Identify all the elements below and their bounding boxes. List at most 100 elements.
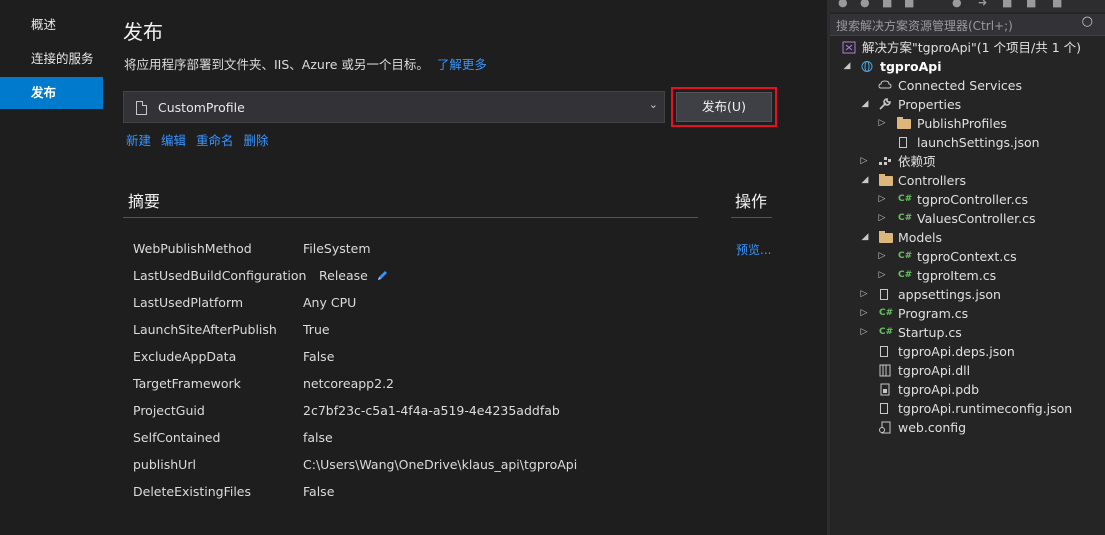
collapsed-arrow-icon[interactable]: ▷ — [859, 323, 869, 342]
show-all-files-icon[interactable]: ■ — [1026, 0, 1036, 9]
tree-item-connected-services[interactable]: Connected Services — [830, 76, 1105, 95]
property-value: False — [303, 484, 335, 499]
collapsed-arrow-icon[interactable]: ▷ — [859, 152, 869, 171]
folder-icon — [879, 231, 893, 243]
forward-icon[interactable]: ● — [860, 0, 870, 9]
back-icon[interactable]: ● — [838, 0, 848, 9]
config-file-icon — [879, 421, 891, 434]
tree-item-project[interactable]: ◢ tgproApi — [830, 57, 1105, 76]
property-key: publishUrl — [133, 457, 196, 472]
new-profile-link[interactable]: 新建 — [126, 133, 151, 148]
collapse-all-icon[interactable]: ■ — [1002, 0, 1012, 9]
tree-item-controllers[interactable]: ◢ Controllers — [830, 171, 1105, 190]
search-placeholder: 搜索解决方案资源管理器(Ctrl+;) — [836, 19, 1013, 33]
search-icon[interactable]: ○ — [1082, 14, 1093, 29]
property-value: 2c7bf23c-c5a1-4f4a-a519-4e4235addfab — [303, 403, 560, 418]
profile-actions: 新建 编辑 重命名 删除 — [126, 130, 279, 149]
expanded-arrow-icon[interactable]: ◢ — [860, 95, 870, 114]
tree-item-label: Connected Services — [898, 78, 1022, 93]
project-icon — [861, 61, 873, 72]
rename-profile-link[interactable]: 重命名 — [196, 133, 234, 148]
tree-item-dependencies[interactable]: ▷ 依赖项 — [830, 152, 1105, 171]
tree-item-label: appsettings.json — [898, 287, 1001, 302]
tree-item-label: tgproApi.pdb — [898, 382, 980, 397]
tree-item-tgpro-controller[interactable]: ▷ C# tgproController.cs — [830, 190, 1105, 209]
expanded-arrow-icon[interactable]: ◢ — [860, 228, 870, 247]
delete-profile-link[interactable]: 删除 — [244, 133, 269, 148]
csharp-file-icon: C# — [879, 327, 894, 337]
property-value: True — [303, 322, 330, 337]
tree-item-label: launchSettings.json — [917, 135, 1040, 150]
home-icon[interactable]: ■ — [882, 0, 892, 9]
publish-button[interactable]: 发布(U) — [676, 92, 772, 122]
tree-item-appsettings[interactable]: ▷ appsettings.json — [830, 285, 1105, 304]
nav-item-publish[interactable]: 发布 — [0, 77, 103, 109]
property-key: SelfContained — [133, 430, 221, 445]
page-title: 发布 — [123, 20, 163, 44]
tree-item-program[interactable]: ▷ C# Program.cs — [830, 304, 1105, 323]
tree-item-label: 解决方案"tgproApi"(1 个项目/共 1 个) — [862, 40, 1082, 55]
tree-item-solution[interactable]: 解决方案"tgproApi"(1 个项目/共 1 个) — [830, 38, 1105, 57]
tree-item-label: Startup.cs — [898, 325, 962, 340]
tree-item-runtimeconfig[interactable]: tgproApi.runtimeconfig.json — [830, 399, 1105, 418]
switch-views-icon[interactable]: ■ — [904, 0, 914, 9]
property-value: false — [303, 430, 333, 445]
property-key: DeleteExistingFiles — [133, 484, 252, 499]
property-key: LastUsedPlatform — [133, 295, 244, 310]
collapsed-arrow-icon[interactable]: ▷ — [877, 209, 887, 228]
properties-icon[interactable]: ■ — [1052, 0, 1062, 9]
tree-item-label: web.config — [898, 420, 967, 435]
property-value: Release — [319, 268, 389, 285]
profile-select-value: CustomProfile — [158, 100, 245, 115]
history-icon[interactable]: ● — [952, 0, 962, 9]
nav-item-connected-services[interactable]: 连接的服务 — [0, 43, 103, 75]
collapsed-arrow-icon[interactable]: ▷ — [877, 114, 887, 133]
tree-item-deps-json[interactable]: tgproApi.deps.json — [830, 342, 1105, 361]
tree-item-label: Program.cs — [898, 306, 969, 321]
expanded-arrow-icon[interactable]: ◢ — [842, 57, 852, 76]
tree-item-models[interactable]: ◢ Models — [830, 228, 1105, 247]
collapsed-arrow-icon[interactable]: ▷ — [859, 304, 869, 323]
profile-file-icon — [136, 101, 147, 115]
csharp-file-icon: C# — [898, 270, 913, 280]
expanded-arrow-icon[interactable]: ◢ — [860, 171, 870, 190]
edit-profile-link[interactable]: 编辑 — [161, 133, 186, 148]
tree-item-values-controller[interactable]: ▷ C# ValuesController.cs — [830, 209, 1105, 228]
tree-item-launch-settings[interactable]: launchSettings.json — [830, 133, 1105, 152]
publish-button-highlight: 发布(U) — [671, 87, 777, 127]
collapsed-arrow-icon[interactable]: ▷ — [859, 285, 869, 304]
property-value: netcoreapp2.2 — [303, 376, 394, 391]
tree-item-tgpro-item[interactable]: ▷ C# tgproItem.cs — [830, 266, 1105, 285]
solution-icon — [842, 41, 856, 54]
collapsed-arrow-icon[interactable]: ▷ — [877, 266, 887, 285]
collapsed-arrow-icon[interactable]: ▷ — [877, 190, 887, 209]
csharp-file-icon: C# — [898, 194, 913, 204]
sync-icon[interactable]: ➜ — [978, 0, 987, 9]
tree-item-label: tgproApi.dll — [898, 363, 971, 378]
learn-more-link[interactable]: 了解更多 — [437, 57, 487, 72]
collapsed-arrow-icon[interactable]: ▷ — [877, 247, 887, 266]
tree-item-tgpro-context[interactable]: ▷ C# tgproContext.cs — [830, 247, 1105, 266]
tree-item-label: ValuesController.cs — [917, 211, 1036, 226]
profile-select[interactable]: CustomProfile ⌄ — [123, 91, 665, 123]
tree-item-label: Models — [898, 230, 943, 245]
solution-explorer-search[interactable]: 搜索解决方案资源管理器(Ctrl+;) ○ — [830, 14, 1105, 36]
pencil-edit-icon[interactable] — [376, 269, 389, 285]
tree-item-label: tgproApi.runtimeconfig.json — [898, 401, 1073, 416]
chevron-down-icon[interactable]: ⌄ — [649, 98, 658, 111]
tree-item-label: Controllers — [898, 173, 966, 188]
dependencies-icon — [879, 157, 891, 165]
preview-link[interactable]: 预览... — [736, 241, 771, 258]
tree-item-startup[interactable]: ▷ C# Startup.cs — [830, 323, 1105, 342]
dll-file-icon — [879, 364, 891, 377]
tree-item-properties[interactable]: ◢ Properties — [830, 95, 1105, 114]
tree-item-web-config[interactable]: web.config — [830, 418, 1105, 437]
operations-heading: 操作 — [735, 192, 768, 211]
tree-item-pdb[interactable]: tgproApi.pdb — [830, 380, 1105, 399]
tree-item-label: 依赖项 — [898, 154, 936, 169]
left-nav: 概述 连接的服务 发布 — [0, 0, 110, 535]
tree-item-publish-profiles[interactable]: ▷ PublishProfiles — [830, 114, 1105, 133]
tree-item-dll[interactable]: tgproApi.dll — [830, 361, 1105, 380]
nav-item-overview[interactable]: 概述 — [0, 9, 103, 41]
tree-item-label: PublishProfiles — [917, 116, 1007, 131]
